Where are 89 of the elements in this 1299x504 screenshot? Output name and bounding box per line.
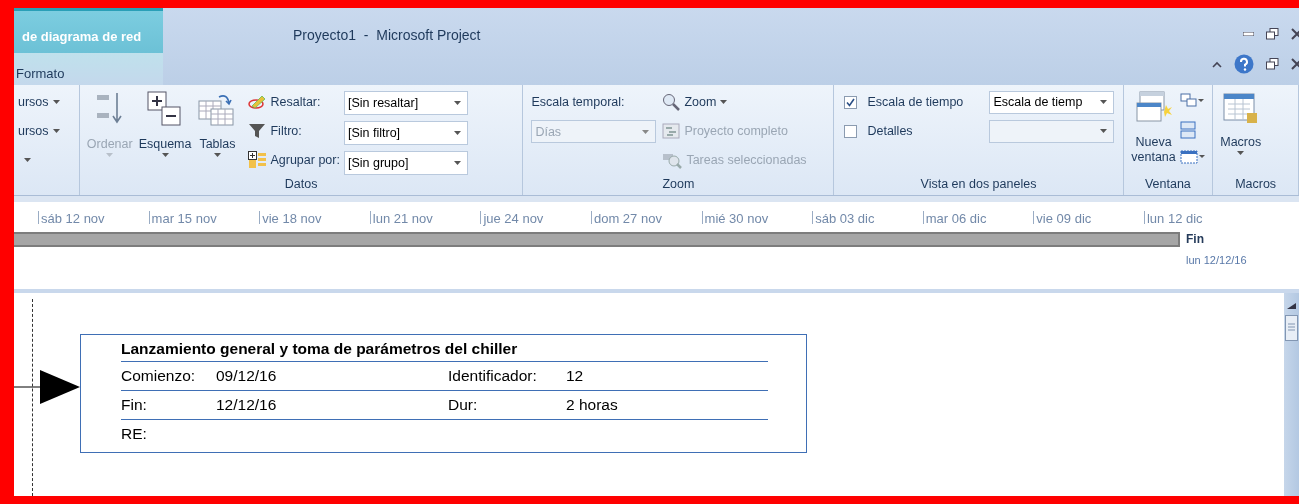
split-icon[interactable]: [1179, 121, 1196, 139]
scroll-up-icon[interactable]: [1287, 303, 1296, 309]
hide-window-icon[interactable]: [1179, 149, 1206, 165]
checkbox-label: Escala de tiempo: [867, 95, 965, 109]
close-icon[interactable]: [1291, 58, 1299, 70]
new-window-button[interactable]: Nueva ventana: [1127, 91, 1180, 175]
caret-icon: [52, 100, 60, 104]
magnifier-icon: [662, 93, 681, 111]
windows-icon: [1135, 91, 1172, 125]
task-title: Lanzamiento general y toma de parámetros del chiller: [121, 338, 768, 362]
timescale-label: lun 12 dic: [1143, 211, 1255, 224]
field-label: Dur:: [448, 396, 479, 414]
field-label: Resaltar:: [270, 95, 321, 109]
connector-arrow-drawing: [14, 370, 80, 404]
caret-icon: [1100, 100, 1108, 104]
end-label: Fin: [1186, 232, 1205, 246]
caret-icon: [161, 153, 169, 157]
field-value: 12: [566, 367, 585, 385]
group-label: Ventana: [1143, 176, 1192, 193]
timescale-label: vie 09 dic: [1033, 211, 1144, 224]
timescale-label: jue 24 nov: [480, 211, 591, 224]
group-label: Datos: [283, 176, 319, 193]
caret-icon: [24, 158, 31, 162]
scroll-thumb-icon[interactable]: [1285, 315, 1298, 341]
check-icon: [846, 97, 856, 107]
field-label: Fin:: [121, 396, 148, 414]
timescale-label: mié 30 nov: [701, 211, 813, 224]
dropdown-field[interactable]: [989, 119, 1115, 143]
caret-icon: [213, 153, 221, 157]
restore-icon[interactable]: [1266, 58, 1279, 70]
field-label: Comienzo:: [121, 367, 197, 385]
ribbon-button[interactable]: Esquema: [135, 91, 195, 175]
caret-icon: [453, 161, 461, 165]
caret-icon: [1100, 129, 1108, 133]
end-date: lun 12/12/16: [1186, 254, 1247, 266]
filter-icon: [248, 123, 267, 139]
timescale-label: mar 06 dic: [922, 211, 1034, 224]
dropdown-field[interactable]: [Sin resaltar]: [343, 91, 468, 115]
scrollbar[interactable]: [1284, 293, 1299, 496]
ribbon-button[interactable]: Zoom: [662, 91, 807, 113]
ribbon-tab[interactable]: Formato: [14, 53, 163, 85]
caret-icon: [106, 153, 114, 157]
restore-icon[interactable]: [1266, 28, 1279, 40]
group-label: Zoom: [661, 176, 696, 193]
ribbon-button[interactable]: Tablas: [194, 91, 241, 175]
checkbox[interactable]: [844, 124, 858, 138]
collapse-icon[interactable]: [1212, 60, 1222, 68]
window-title: Proyecto1 - Microsoft Project: [292, 26, 482, 45]
minimize-icon[interactable]: [1243, 32, 1254, 36]
dropdown-field[interactable]: [Sin filtro]: [343, 121, 468, 145]
field-label: Agrupar por:: [270, 153, 340, 167]
macros-button[interactable]: Macros: [1217, 91, 1265, 175]
field-label: RE:: [121, 425, 148, 443]
caret-icon: [1237, 151, 1245, 155]
timescale-label: mar 15 nov: [148, 211, 260, 224]
expand-collapse-icon: [147, 91, 184, 127]
caret-icon: [720, 100, 728, 104]
field-label: Filtro:: [270, 124, 302, 138]
checkbox[interactable]: [844, 95, 858, 109]
help-icon[interactable]: [1234, 54, 1254, 74]
group-label: Macros: [1234, 176, 1278, 193]
group-icon: [248, 151, 267, 169]
timescale-label: lun 21 nov: [369, 211, 481, 224]
dropdown-field[interactable]: [Sin grupo]: [343, 151, 468, 175]
task-zoom-icon: [662, 151, 683, 169]
field-label: Escala temporal:: [531, 94, 626, 111]
caret-icon: [642, 129, 650, 134]
caret-icon: [453, 131, 461, 135]
timescale-label: sáb 12 nov: [38, 211, 149, 224]
timescale-label: sáb 03 dic: [812, 211, 923, 224]
highlighter-icon: [248, 94, 267, 110]
group-label: Vista en dos paneles: [919, 176, 1038, 193]
macro-icon: [1222, 91, 1259, 125]
context-tab-header: de diagrama de red: [14, 8, 163, 53]
field-value: 2 horas: [566, 396, 619, 414]
timescale-label: vie 18 nov: [259, 211, 370, 224]
field-label: Identificador:: [448, 367, 538, 385]
checkbox-label: Detalles: [867, 124, 914, 138]
dropdown-field[interactable]: Escala de tiemp: [989, 90, 1115, 114]
dropdown-button[interactable]: ursos: [18, 91, 60, 113]
field-value: 09/12/16: [216, 367, 278, 385]
dropdown-button[interactable]: ursos: [18, 120, 60, 142]
caret-icon: [52, 129, 60, 133]
timescale-label: dom 27 nov: [590, 211, 702, 224]
close-icon[interactable]: [1291, 28, 1299, 40]
project-icon: [662, 122, 681, 140]
task-node[interactable]: Lanzamiento general y toma de parámetros del chiller Comienzo: 09/12/16 Identificador: 12 Fin: 12/12/16 Dur: 2 horas RE:: [80, 334, 807, 453]
field-value: 12/12/16: [216, 396, 278, 414]
caret-icon: [453, 101, 461, 105]
